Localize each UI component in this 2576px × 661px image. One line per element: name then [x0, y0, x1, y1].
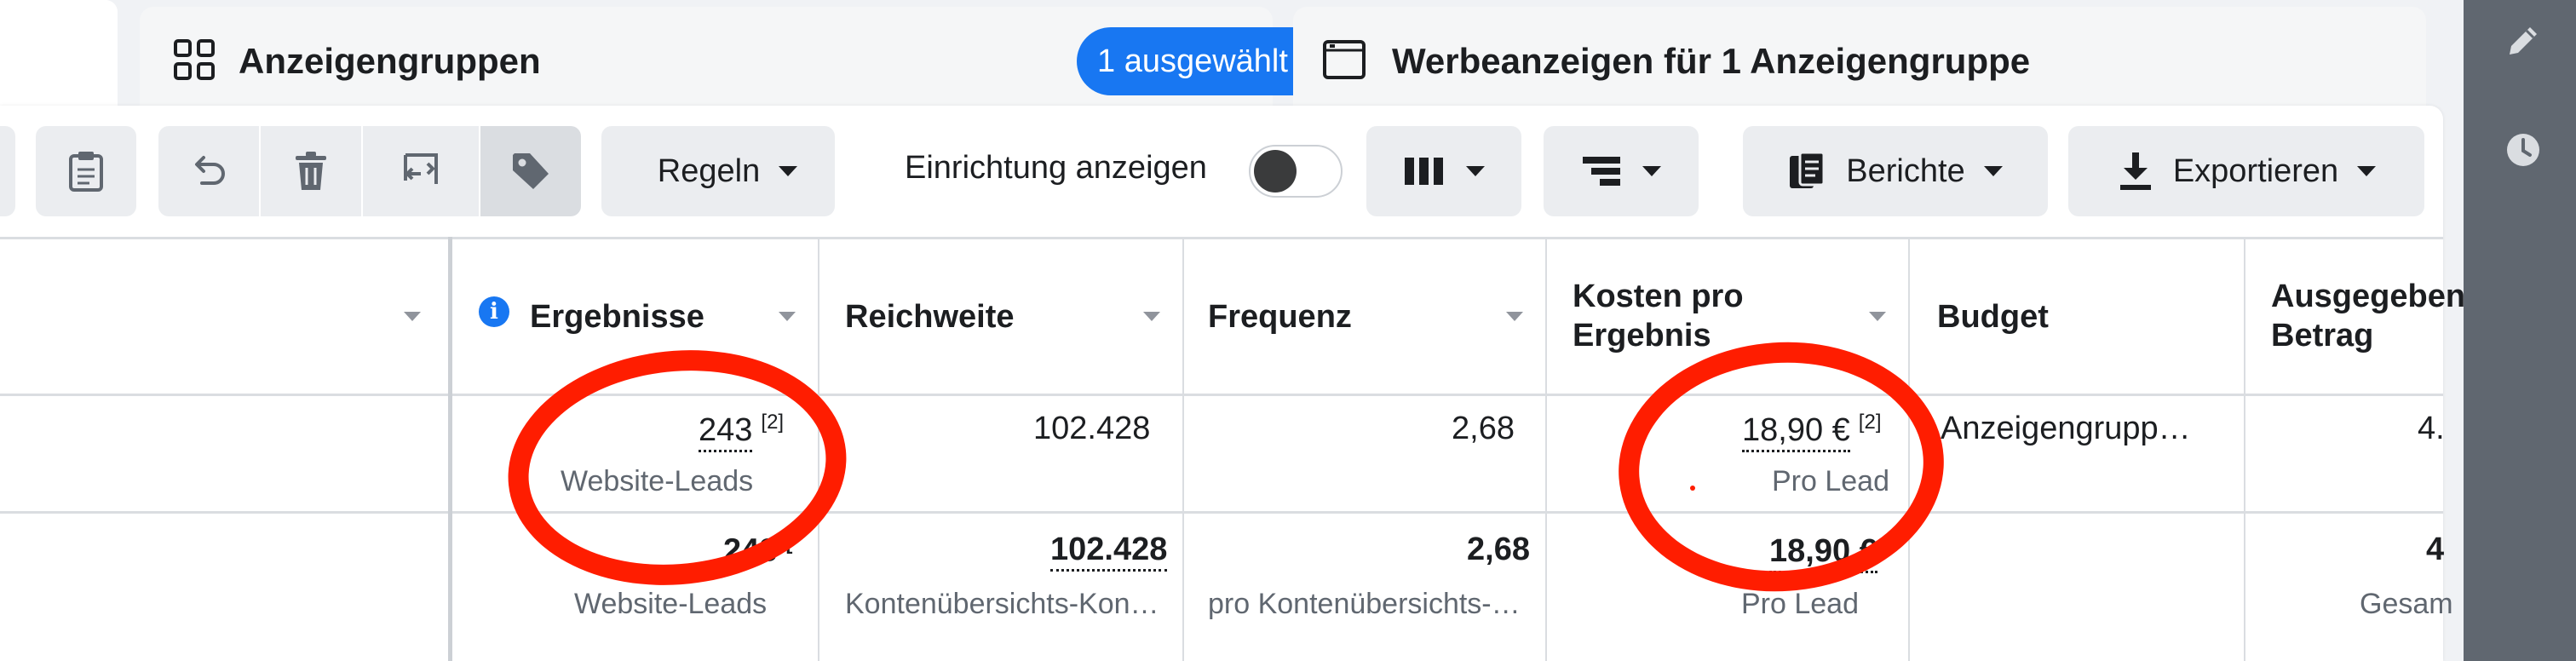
setup-toggle[interactable]	[1249, 145, 1343, 198]
ads-manager-screen: Anzeigengruppen 1 ausgewählt Werbeanzeig…	[0, 0, 2576, 661]
info-icon[interactable]: i	[479, 296, 509, 327]
selected-badge-label: 1 ausgewählt	[1097, 43, 1288, 79]
duplicate-button[interactable]	[363, 126, 479, 216]
history-button[interactable]	[2503, 129, 2544, 170]
paste-button[interactable]	[36, 126, 136, 216]
chevron-down-icon	[1466, 166, 1485, 176]
column-header-reach[interactable]: Reichweite	[845, 298, 1015, 336]
summary-spent: 4	[2426, 532, 2445, 567]
name-column-sort-icon[interactable]	[404, 312, 421, 321]
header-bottom-border	[0, 394, 2443, 396]
tag-icon	[513, 153, 549, 189]
cell-spent: 4.	[2418, 411, 2445, 446]
toolbar-button-partial[interactable]	[0, 126, 15, 216]
toggle-knob	[1254, 150, 1297, 193]
column-header-frequency[interactable]: Frequenz	[1208, 298, 1352, 336]
columns-dropdown[interactable]	[1366, 126, 1521, 216]
reports-icon	[1790, 151, 1826, 188]
tag-button[interactable]	[480, 126, 581, 216]
reports-label: Berichte	[1846, 152, 1965, 189]
column-divider	[1182, 237, 1184, 661]
tab-ads-label: Werbeanzeigen für 1 Anzeigengruppe	[1392, 41, 2031, 81]
summary-results-sub: Website-Leads	[574, 588, 768, 620]
pencil-icon	[2510, 27, 2537, 55]
tab-ad-sets-label: Anzeigengruppen	[239, 41, 541, 81]
summary-cost-per-result-sub: Pro Lead	[1741, 588, 1859, 620]
column-header-cost-per-result-line2[interactable]: Ergebnis	[1573, 317, 1711, 354]
delete-button[interactable]	[261, 126, 361, 216]
summary-spent-sub: Gesam	[2360, 588, 2453, 620]
column-header-spent-line1[interactable]: Ausgegeben	[2271, 278, 2465, 315]
summary-frequency: 2,68	[1467, 532, 1530, 567]
column-divider	[2244, 237, 2245, 661]
annotation-dot	[1690, 486, 1695, 491]
undo-button[interactable]	[158, 126, 259, 216]
rules-dropdown[interactable]: Regeln	[601, 126, 835, 216]
reach-sort-icon[interactable]	[1143, 312, 1160, 321]
cell-frequency: 2,68	[1452, 411, 1515, 446]
column-header-budget[interactable]: Budget	[1937, 298, 2049, 336]
tab-ads[interactable]: Werbeanzeigen für 1 Anzeigengruppe	[1293, 7, 2426, 119]
campaigns-tab-stub[interactable]	[0, 0, 118, 119]
clipboard-icon	[69, 152, 103, 192]
chevron-down-icon	[1983, 166, 2003, 176]
breakdown-icon	[1583, 157, 1620, 186]
chevron-down-icon	[2357, 166, 2377, 176]
right-tool-rail	[2464, 0, 2576, 661]
summary-frequency-sub: pro Kontenübersichts-…	[1208, 588, 1521, 620]
duplicate-icon	[404, 153, 438, 189]
chevron-down-icon	[1642, 166, 1661, 176]
chevron-down-icon	[779, 166, 798, 176]
undo-icon	[195, 156, 225, 185]
summary-reach-value: 102.428	[1050, 532, 1168, 572]
column-header-results[interactable]: Ergebnisse	[530, 298, 704, 336]
column-header-spent-line2[interactable]: Betrag	[2271, 317, 2373, 354]
frequency-sort-icon[interactable]	[1506, 312, 1523, 321]
rules-label: Regeln	[657, 152, 761, 189]
export-label: Exportieren	[2172, 152, 2339, 189]
table-top-border	[0, 237, 2443, 239]
summary-reach: 102.428	[1050, 532, 1168, 572]
columns-icon	[1405, 158, 1443, 185]
cell-reach: 102.428	[1033, 411, 1151, 446]
row-divider	[0, 511, 2443, 514]
frozen-column-divider	[448, 237, 452, 661]
ad-window-icon	[1323, 40, 1366, 79]
summary-reach-sub: Kontenübersichts-Kon…	[845, 588, 1159, 620]
export-dropdown[interactable]: Exportieren	[2068, 126, 2424, 216]
column-header-cost-per-result-line1[interactable]: Kosten pro	[1573, 278, 1744, 315]
clock-icon	[2507, 134, 2539, 166]
reports-dropdown[interactable]: Berichte	[1743, 126, 2048, 216]
breakdown-dropdown[interactable]	[1544, 126, 1699, 216]
download-icon	[2119, 152, 2151, 190]
edit-button[interactable]	[2503, 20, 2544, 61]
column-divider	[1545, 237, 1547, 661]
trash-icon	[296, 152, 326, 190]
tab-ad-sets[interactable]: Anzeigengruppen 1 ausgewählt	[140, 7, 1358, 119]
cell-budget[interactable]: Anzeigengrupp…	[1941, 411, 2191, 447]
grid-icon	[174, 39, 215, 80]
cost-per-result-sort-icon[interactable]	[1869, 312, 1886, 321]
setup-toggle-label: Einrichtung anzeigen	[905, 150, 1207, 186]
results-sort-icon[interactable]	[779, 312, 796, 321]
